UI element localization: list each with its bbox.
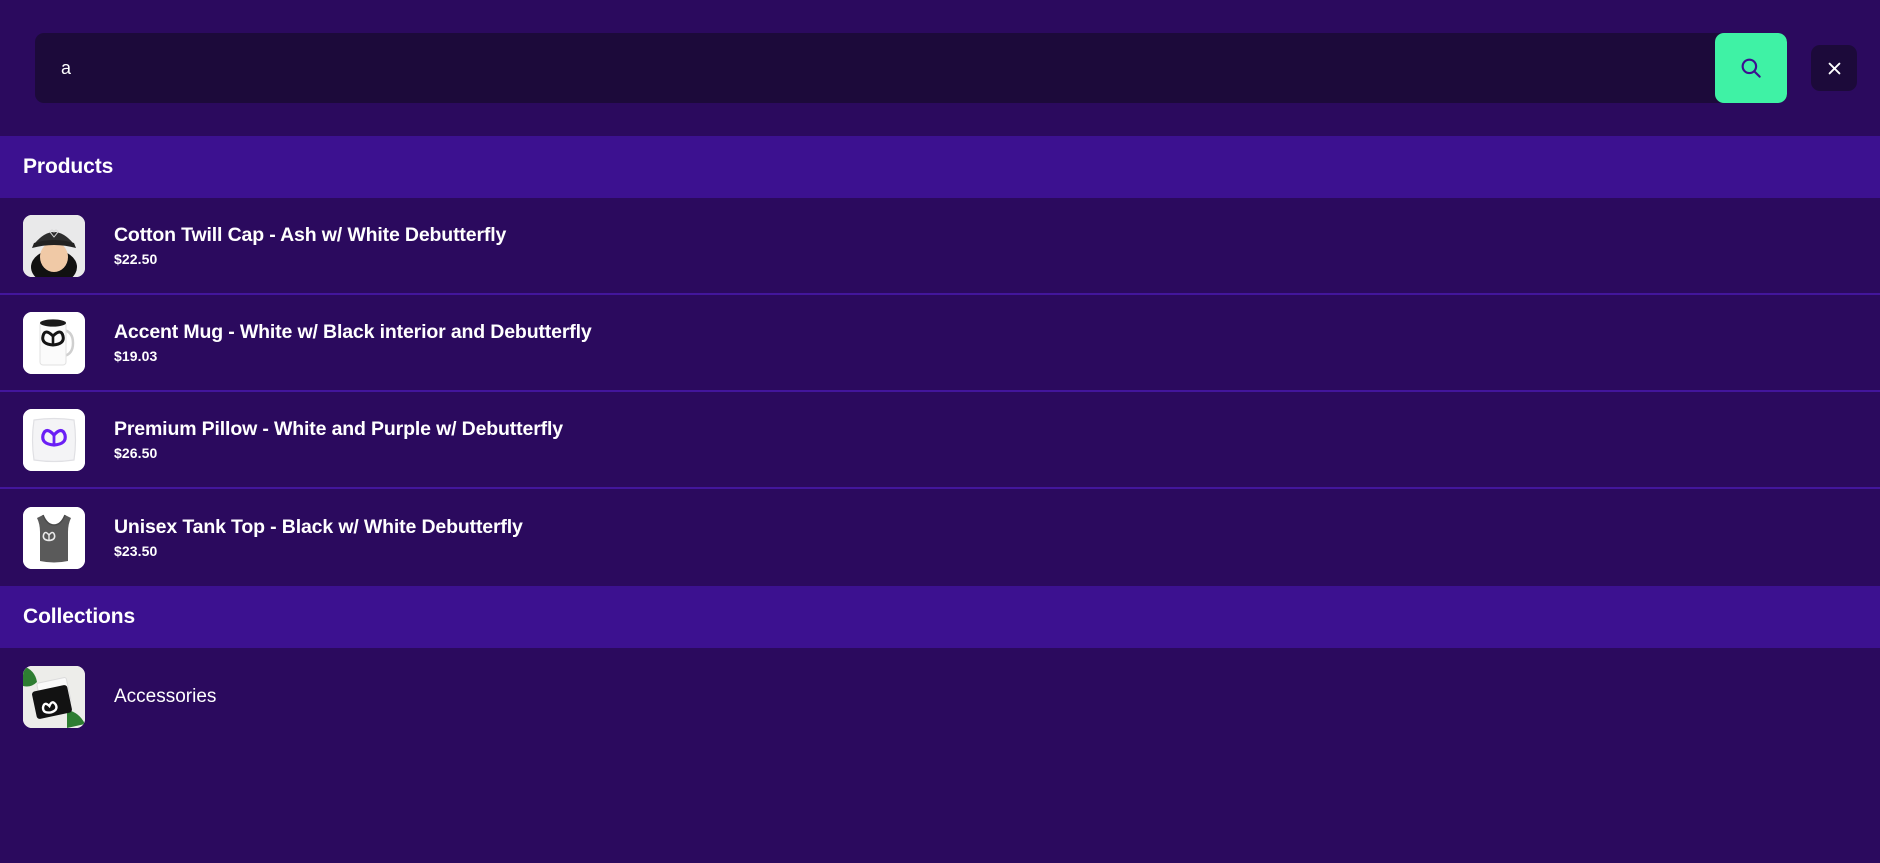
close-search-button[interactable] [1811, 45, 1857, 91]
product-title: Unisex Tank Top - Black w/ White Debutte… [114, 516, 523, 539]
product-info: Cotton Twill Cap - Ash w/ White Debutter… [114, 224, 506, 266]
product-price: $22.50 [114, 250, 158, 267]
collection-info: Accessories [114, 686, 216, 708]
product-result-row[interactable]: Cotton Twill Cap - Ash w/ White Debutter… [0, 198, 1880, 295]
search-input[interactable] [35, 33, 1715, 103]
product-title: Cotton Twill Cap - Ash w/ White Debutter… [114, 224, 507, 247]
product-title: Premium Pillow - White and Purple w/ Deb… [114, 418, 563, 441]
product-price: $26.50 [114, 444, 158, 461]
product-title: Accent Mug - White w/ Black interior and… [114, 321, 592, 344]
section-header-products: Products [0, 136, 1880, 198]
search-field-container [35, 33, 1787, 103]
accessories-thumbnail [23, 665, 85, 728]
tank-top-thumbnail [23, 506, 85, 569]
product-result-row[interactable]: Accent Mug - White w/ Black interior and… [0, 295, 1880, 392]
product-results-list: Cotton Twill Cap - Ash w/ White Debutter… [0, 198, 1880, 586]
search-submit-button[interactable] [1715, 33, 1787, 103]
product-info: Unisex Tank Top - Black w/ White Debutte… [114, 516, 523, 558]
product-price: $23.50 [114, 542, 158, 559]
search-bar [0, 0, 1880, 136]
collection-title: Accessories [114, 685, 217, 707]
product-price: $19.03 [114, 347, 158, 364]
product-result-row[interactable]: Unisex Tank Top - Black w/ White Debutte… [0, 489, 1880, 586]
search-icon [1738, 55, 1764, 81]
section-title: Collections [23, 605, 136, 628]
product-result-row[interactable]: Premium Pillow - White and Purple w/ Deb… [0, 392, 1880, 489]
product-info: Premium Pillow - White and Purple w/ Deb… [114, 418, 563, 460]
section-header-collections: Collections [0, 586, 1880, 648]
pillow-thumbnail [23, 408, 85, 471]
close-icon [1826, 60, 1843, 77]
mug-thumbnail [23, 311, 85, 374]
collection-result-row[interactable]: Accessories [0, 648, 1880, 745]
product-info: Accent Mug - White w/ Black interior and… [114, 321, 592, 363]
collection-results-list: Accessories [0, 648, 1880, 745]
section-title: Products [23, 155, 114, 178]
cap-thumbnail [23, 214, 85, 277]
